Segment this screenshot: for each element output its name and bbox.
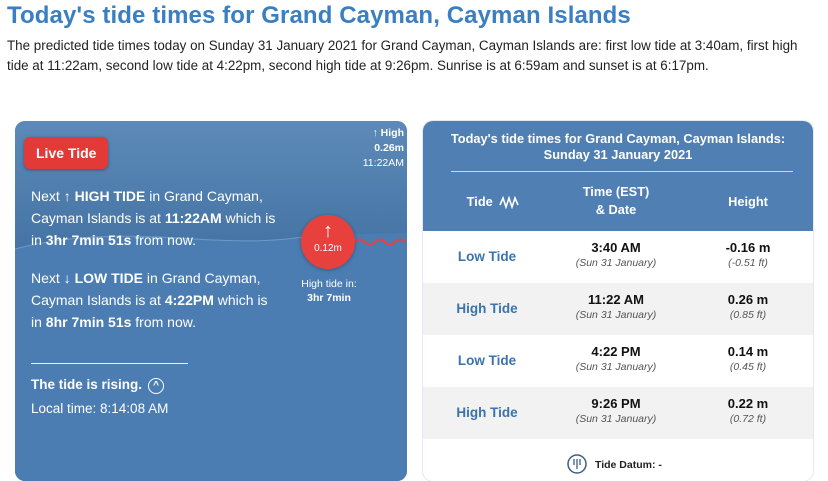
tide-height-m: -0.16 m (725, 240, 771, 255)
tide-table-title: Today's tide times for Grand Cayman, Cay… (423, 131, 813, 163)
tide-type: High Tide (456, 405, 518, 420)
high-tide-in: High tide in: 3hr 7min (291, 277, 367, 305)
table-row: Low Tide 3:40 AM (Sun 31 January) -0.16 … (423, 231, 813, 283)
tide-time-cell: 3:40 AM (Sun 31 January) (561, 240, 671, 270)
column-header-time-line2: & Date (595, 202, 637, 217)
next-low-label: LOW TIDE (74, 270, 144, 286)
tide-table-header: Today's tide times for Grand Cayman, Cay… (423, 121, 813, 231)
tide-time: 9:26 PM (591, 396, 641, 411)
tide-type: Low Tide (457, 249, 517, 264)
column-header-tide-label: Tide (466, 194, 493, 209)
column-header-tide: Tide (443, 193, 543, 211)
tide-date: (Sun 31 January) (575, 413, 657, 425)
tide-time-cell: 4:22 PM (Sun 31 January) (561, 344, 671, 374)
tide-height-cell: 0.14 m (0.45 ft) (693, 344, 803, 374)
live-tide-panel: Live Tide Next ↑ HIGH TIDE in Grand Caym… (15, 121, 407, 481)
next-high-time: 11:22AM (164, 210, 222, 226)
tide-time-cell: 11:22 AM (Sun 31 January) (561, 292, 671, 322)
tide-status: The tide is rising. ^ (31, 377, 165, 394)
current-tide-indicator: ↑ 0.12m (301, 215, 355, 269)
arrow-down-icon: ↓ (63, 270, 71, 286)
tide-date: (Sun 31 January) (575, 361, 657, 373)
next-high-countdown: 3hr 7min 51s (45, 232, 132, 248)
tide-datum-icon (567, 454, 587, 474)
tide-height-ft: (-0.51 ft) (728, 257, 768, 269)
tide-table-card: Today's tide times for Grand Cayman, Cay… (423, 121, 813, 481)
arrow-up-icon: ↑ (63, 188, 71, 204)
arrow-up-icon: ↑ (323, 220, 333, 242)
tide-wave-icon (499, 195, 520, 209)
next-high-suffix: from now. (135, 232, 196, 248)
timeline-high-time: 11:22AM (362, 157, 404, 169)
page-title: Today's tide times for Grand Cayman, Cay… (7, 2, 631, 29)
tide-summary: The predicted tide times today on Sunday… (7, 38, 798, 73)
table-row: High Tide 11:22 AM (Sun 31 January) 0.26… (423, 283, 813, 335)
tide-height-ft: (0.45 ft) (729, 361, 767, 373)
table-row: High Tide 9:26 PM (Sun 31 January) 0.22 … (423, 387, 813, 439)
next-low-countdown: 8hr 7min 51s (45, 314, 132, 330)
arrow-up-icon: ↑ (372, 127, 378, 139)
tide-date: (Sun 31 January) (575, 309, 657, 321)
tide-time: 4:22 PM (591, 344, 641, 359)
local-time: Local time: 8:14:08 AM (31, 401, 169, 416)
table-row: Low Tide 4:22 PM (Sun 31 January) 0.14 m… (423, 335, 813, 387)
tide-table-title-line1: Today's tide times for Grand Cayman, Cay… (450, 131, 786, 146)
tide-height-cell: 0.26 m (0.85 ft) (693, 292, 803, 322)
tide-status-text: The tide is rising. (31, 377, 143, 392)
current-tide-height: 0.12m (314, 243, 342, 254)
tide-date: (Sun 31 January) (575, 257, 657, 269)
timeline-high-label: High (380, 127, 404, 139)
divider (451, 171, 793, 172)
tide-type: Low Tide (457, 353, 517, 368)
tide-time: 11:22 AM (588, 292, 644, 307)
next-prefix: Next (31, 270, 60, 286)
tide-datum: Tide Datum: - (595, 459, 662, 471)
tide-height-m: 0.22 m (727, 396, 769, 411)
next-low-suffix: from now. (135, 314, 196, 330)
tide-time-cell: 9:26 PM (Sun 31 January) (561, 396, 671, 426)
next-high-label: HIGH TIDE (74, 188, 146, 204)
timeline-high-marker: ↑ High 0.26m 11:22AM (363, 126, 404, 171)
next-high-tide-text: Next ↑ HIGH TIDE in Grand Cayman, Cayman… (31, 185, 281, 251)
column-header-height: Height (728, 194, 768, 209)
tide-height-cell: 0.22 m (0.72 ft) (693, 396, 803, 426)
tide-time: 3:40 AM (591, 240, 641, 255)
tide-table-date: Sunday 31 January 2021 (543, 147, 693, 162)
next-low-tide-text: Next ↓ LOW TIDE in Grand Cayman, Cayman … (31, 267, 281, 333)
divider (31, 363, 188, 364)
timeline-high-height: 0.26m (374, 142, 404, 154)
high-tide-in-label: High tide in: (301, 278, 357, 290)
next-prefix: Next (31, 188, 60, 204)
column-header-time-line1: Time (EST) (582, 184, 650, 199)
live-tide-badge: Live Tide (24, 137, 109, 169)
tide-type: High Tide (456, 301, 518, 316)
high-tide-in-value: 3hr 7min (307, 292, 351, 304)
tide-height-cell: -0.16 m (-0.51 ft) (693, 240, 803, 270)
tide-height-m: 0.14 m (727, 344, 769, 359)
tide-height-m: 0.26 m (727, 292, 769, 307)
next-low-time: 4:22PM (164, 292, 214, 308)
chevron-up-icon[interactable]: ^ (148, 378, 165, 394)
tide-height-ft: (0.85 ft) (729, 309, 767, 321)
column-header-time: Time (EST) & Date (561, 183, 671, 219)
tide-height-ft: (0.72 ft) (729, 413, 767, 425)
